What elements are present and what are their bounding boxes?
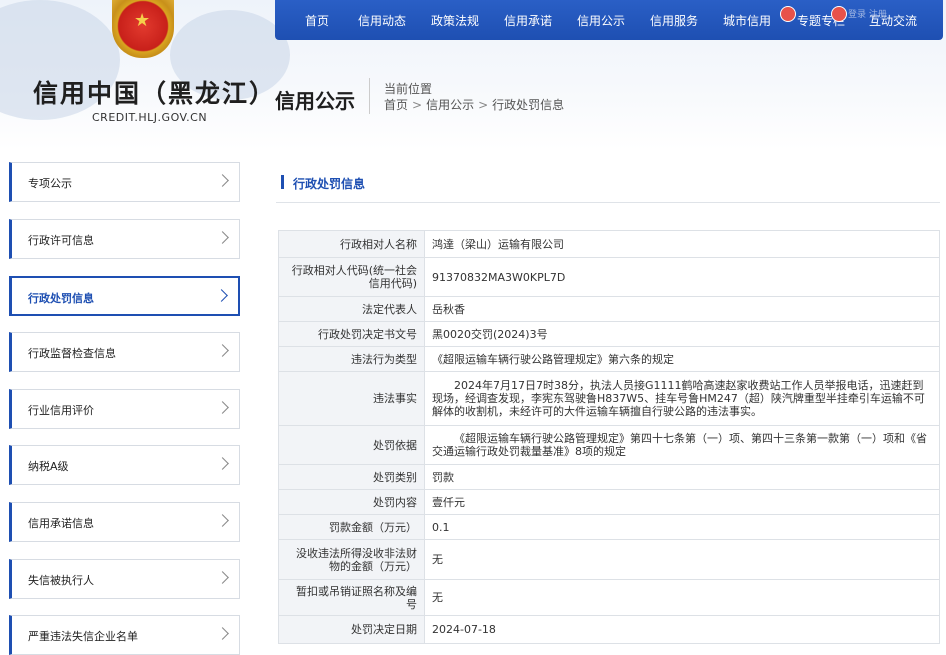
nav-publicity[interactable]: 信用公示 — [577, 12, 625, 29]
top-navigation: 首页 信用动态 政策法规 信用承诺 信用公示 信用服务 城市信用 专题专栏 登录… — [275, 0, 943, 40]
chevron-right-icon — [216, 627, 229, 640]
field-value: 0.1 — [424, 514, 940, 540]
sidebar-item-serious-violation[interactable]: 严重违法失信企业名单 — [9, 615, 240, 655]
sidebar-item-label: 严重违法失信企业名单 — [28, 630, 138, 643]
table-row: 暂扣或吊销证照名称及编号无 — [278, 579, 940, 616]
nav-services[interactable]: 信用服务 — [650, 12, 698, 29]
sidebar-item-admin-penalty[interactable]: 行政处罚信息 — [9, 276, 240, 316]
table-row: 违法行为类型 《超限运输车辆行驶公路管理规定》第六条的规定 — [278, 346, 940, 372]
sidebar-item-label: 专项公示 — [28, 177, 72, 190]
table-row: 法定代表人 岳秋香 — [278, 296, 940, 322]
field-value: 《超限运输车辆行驶公路管理规定》第六条的规定 — [424, 346, 940, 372]
field-value: 2024年7月17日7时38分，执法人员接G1111鹤哈高速赵家收费站工作人员举… — [424, 371, 940, 426]
table-row: 罚款金额（万元） 0.1 — [278, 514, 940, 540]
chevron-right-icon — [216, 571, 229, 584]
field-value: 91370832MA3W0KPL7D — [424, 257, 940, 297]
heading-accent-bar — [281, 175, 284, 189]
table-row: 没收违法所得没收非法财物的金额（万元）无 — [278, 539, 940, 580]
chevron-right-icon — [215, 289, 228, 302]
location-label: 当前位置 — [384, 82, 433, 96]
site-url: CREDIT.HLJ.GOV.CN — [92, 111, 208, 124]
sidebar-item-label: 行政许可信息 — [28, 234, 94, 247]
chevron-right-icon — [216, 514, 229, 527]
field-label: 行政相对人代码(统一社会信用代码) — [278, 257, 425, 297]
field-value: 罚款 — [424, 464, 940, 490]
sidebar-item-tax-a[interactable]: 纳税A级 — [9, 445, 240, 485]
chevron-right-icon — [216, 457, 229, 470]
sidebar-item-label: 失信被执行人 — [28, 574, 94, 587]
field-label: 违法行为类型 — [278, 346, 425, 372]
breadcrumb-home[interactable]: 首页 — [384, 98, 408, 112]
table-row: 处罚决定日期 2024-07-18 — [278, 615, 940, 644]
field-label: 罚款金额（万元） — [278, 514, 425, 540]
field-label: 暂扣或吊销证照名称及编号 — [278, 579, 425, 616]
field-value: 壹仟元 — [424, 489, 940, 515]
table-row: 违法事实 2024年7月17日7时38分，执法人员接G1111鹤哈高速赵家收费站工… — [278, 371, 940, 426]
sidebar-item-label: 行业信用评价 — [28, 404, 94, 417]
field-label: 行政相对人名称 — [278, 230, 425, 258]
nav-commitment[interactable]: 信用承诺 — [504, 12, 552, 29]
field-value: 岳秋香 — [424, 296, 940, 322]
sidebar-item-admin-license[interactable]: 行政许可信息 — [9, 219, 240, 259]
nav-interaction[interactable]: 互动交流 — [869, 12, 917, 29]
table-row: 处罚类别 罚款 — [278, 464, 940, 490]
nav-credit-news[interactable]: 信用动态 — [358, 12, 406, 29]
field-value: 无 — [424, 579, 940, 616]
field-value: 黑0020交罚(2024)3号 — [424, 321, 940, 347]
header-divider — [369, 78, 370, 114]
sidebar-item-special-publicity[interactable]: 专项公示 — [9, 162, 240, 202]
field-label: 处罚决定日期 — [278, 615, 425, 644]
sidebar-item-commitment-info[interactable]: 信用承诺信息 — [9, 502, 240, 542]
field-label: 行政处罚决定书文号 — [278, 321, 425, 347]
chevron-right-icon — [216, 401, 229, 414]
chevron-right-icon — [216, 231, 229, 244]
breadcrumb-publicity[interactable]: 信用公示 — [426, 98, 474, 112]
breadcrumb-separator: > — [412, 98, 423, 112]
field-label: 违法事实 — [278, 371, 425, 426]
table-row: 处罚依据 《超限运输车辆行驶公路管理规定》第四十七条第（一）项、第四十三条第一款第… — [278, 425, 940, 465]
section-title: 信用公示 — [275, 89, 355, 113]
nav-policy[interactable]: 政策法规 — [431, 12, 479, 29]
breadcrumb-separator: > — [478, 98, 489, 112]
content-heading: 行政处罚信息 — [276, 162, 940, 203]
field-label: 处罚类别 — [278, 464, 425, 490]
field-label: 没收违法所得没收非法财物的金额（万元） — [278, 539, 425, 580]
user-badge-icon[interactable] — [780, 6, 796, 22]
sidebar-item-label: 信用承诺信息 — [28, 517, 94, 530]
field-value: 2024-07-18 — [424, 615, 940, 644]
sidebar-item-label: 行政处罚信息 — [28, 292, 94, 305]
sidebar-item-dishonest-executed[interactable]: 失信被执行人 — [9, 559, 240, 599]
field-value: 鸿達（梁山）运输有限公司 — [424, 230, 940, 258]
field-value: 《超限运输车辆行驶公路管理规定》第四十七条第（一）项、第四十三条第一款第（一）项… — [424, 425, 940, 465]
table-row: 行政处罚决定书文号 黑0020交罚(2024)3号 — [278, 321, 940, 347]
sidebar-item-label: 行政监督检查信息 — [28, 347, 116, 360]
content-heading-text: 行政处罚信息 — [293, 177, 366, 191]
sidebar-item-label: 纳税A级 — [28, 460, 69, 473]
field-label: 法定代表人 — [278, 296, 425, 322]
table-row: 处罚内容 壹仟元 — [278, 489, 940, 515]
nav-home[interactable]: 首页 — [305, 12, 329, 29]
breadcrumb-current: 行政处罚信息 — [492, 98, 565, 112]
penalty-info-table: 行政相对人名称 鸿達（梁山）运输有限公司 行政相对人代码(统一社会信用代码) 913… — [278, 230, 940, 644]
table-row: 行政相对人代码(统一社会信用代码) 91370832MA3W0KPL7D — [278, 257, 940, 297]
chevron-right-icon — [216, 344, 229, 357]
table-row: 行政相对人名称 鸿達（梁山）运输有限公司 — [278, 230, 940, 258]
nav-city-credit[interactable]: 城市信用 — [723, 12, 771, 29]
sidebar-item-supervision[interactable]: 行政监督检查信息 — [9, 332, 240, 372]
sidebar-item-industry-rating[interactable]: 行业信用评价 — [9, 389, 240, 429]
field-label: 处罚内容 — [278, 489, 425, 515]
chevron-right-icon — [216, 174, 229, 187]
breadcrumb: 首页 > 信用公示 > 行政处罚信息 — [384, 96, 564, 113]
register-badge-icon[interactable] — [831, 6, 847, 22]
field-value: 无 — [424, 539, 940, 580]
field-label: 处罚依据 — [278, 425, 425, 465]
site-title[interactable]: 信用中国（黑龙江） — [33, 74, 276, 110]
national-emblem-icon — [112, 0, 174, 58]
